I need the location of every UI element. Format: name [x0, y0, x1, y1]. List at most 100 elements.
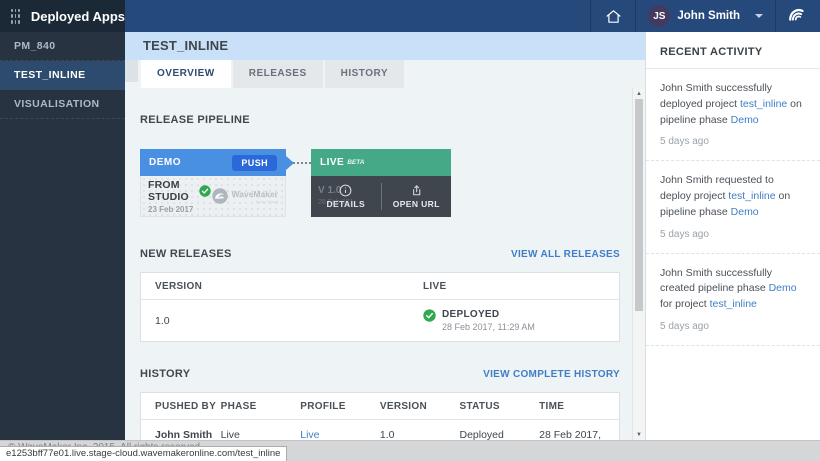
- tab-bar-notch: [125, 60, 138, 82]
- scroll-up-arrow-icon[interactable]: ▲: [633, 88, 645, 99]
- wavemaker-logo-button[interactable]: [776, 0, 820, 32]
- tab-history[interactable]: HISTORY: [325, 60, 404, 88]
- activity-project-link[interactable]: test_inline: [728, 190, 775, 202]
- demo-phase-body: FROM STUDIO 23 Feb 2017 WaveMaker: [140, 176, 286, 217]
- wavemaker-watermark-tagline: Demo Cloud: [232, 199, 278, 204]
- sidebar-item-pm840[interactable]: PM_840: [0, 32, 125, 61]
- column-phase: PHASE: [221, 401, 301, 412]
- column-status: STATUS: [460, 401, 540, 412]
- activity-phase-link[interactable]: Demo: [731, 114, 759, 126]
- history-table: PUSHED BY PHASE PROFILE VERSION STATUS T…: [140, 392, 620, 440]
- tab-releases[interactable]: RELEASES: [233, 60, 323, 88]
- scroll-down-arrow-icon[interactable]: ▼: [633, 429, 645, 440]
- column-version: VERSION: [380, 401, 460, 412]
- beta-badge: BETA: [347, 159, 364, 166]
- wavemaker-watermark-icon: [211, 187, 229, 205]
- live-phase-name: LIVE: [320, 157, 344, 168]
- home-icon: [605, 8, 622, 25]
- activity-phase-link[interactable]: Demo: [731, 206, 759, 218]
- success-check-icon: [199, 185, 211, 197]
- live-phase-header: LIVE BETA: [311, 149, 451, 176]
- browser-status-url: e1253bff77e01.live.stage-cloud.wavemaker…: [0, 446, 287, 461]
- history-title: HISTORY: [140, 368, 190, 380]
- new-releases-section: NEW RELEASES VIEW ALL RELEASES VERSION L…: [140, 248, 620, 342]
- history-table-header: PUSHED BY PHASE PROFILE VERSION STATUS T…: [141, 393, 619, 420]
- tab-overview[interactable]: OVERVIEW: [141, 60, 231, 88]
- details-label: DETAILS: [326, 199, 365, 209]
- page-title: TEST_INLINE: [125, 32, 645, 60]
- demo-deploy-date: 23 Feb 2017: [148, 205, 211, 214]
- deployed-status: DEPLOYED: [442, 309, 535, 320]
- table-row[interactable]: John Smith Live Live 1.0 Deployed 28 Feb…: [141, 420, 619, 440]
- history-phase: Live: [221, 429, 301, 441]
- user-menu[interactable]: JS John Smith: [636, 0, 775, 32]
- history-pushed-by: John Smith: [141, 429, 221, 441]
- column-live: LIVE: [423, 281, 619, 292]
- deployed-time: 28 Feb 2017, 11:29 AM: [442, 322, 535, 332]
- deployed-check-icon: [423, 309, 436, 322]
- details-button[interactable]: DETAILS: [311, 176, 381, 217]
- wavemaker-wave-icon: [787, 5, 809, 27]
- history-time: 28 Feb 2017,: [539, 429, 619, 441]
- info-icon: [339, 184, 352, 197]
- sidebar: PM_840 TEST_INLINE VISUALISATION: [0, 32, 125, 440]
- top-bar: Deployed Apps JS John Smith: [0, 0, 820, 32]
- tab-bar: OVERVIEW RELEASES HISTORY: [125, 60, 645, 88]
- column-time: TIME: [539, 401, 619, 412]
- apps-grid-icon[interactable]: [11, 9, 20, 24]
- topbar-actions: JS John Smith: [125, 0, 820, 32]
- activity-project-link[interactable]: test_inline: [710, 298, 757, 310]
- topbar-brand-section: Deployed Apps: [0, 0, 125, 32]
- chevron-down-icon: [755, 14, 763, 18]
- demo-phase-name: DEMO: [149, 157, 181, 168]
- activity-text: for project: [660, 298, 710, 310]
- activity-timestamp: 5 days ago: [660, 134, 806, 149]
- activity-timestamp: 5 days ago: [660, 227, 806, 242]
- activity-item: John Smith successfully deployed project…: [646, 69, 820, 161]
- vertical-scrollbar[interactable]: ▲ ▼: [632, 88, 645, 440]
- home-button[interactable]: [591, 0, 635, 32]
- user-avatar: JS: [648, 5, 670, 27]
- live-phase-card: LIVE BETA V 1.0 28 Feb 2017 DETAILS: [311, 149, 451, 217]
- from-studio-label: FROM STUDIO: [148, 179, 195, 203]
- recent-activity-panel: RECENT ACTIVITY John Smith successfully …: [645, 32, 820, 440]
- history-profile-link[interactable]: Live: [300, 429, 380, 441]
- activity-timestamp: 5 days ago: [660, 319, 806, 334]
- activity-text: John Smith successfully created pipeline…: [660, 267, 772, 295]
- activity-item: John Smith requested to deploy project t…: [646, 161, 820, 253]
- sidebar-item-visualisation[interactable]: VISUALISATION: [0, 90, 125, 119]
- overview-content: RELEASE PIPELINE DEMO PUSH FROM STUDIO: [125, 88, 632, 440]
- view-complete-history-link[interactable]: VIEW COMPLETE HISTORY: [483, 369, 620, 380]
- wavemaker-watermark: WaveMaker Demo Cloud: [211, 187, 278, 205]
- activity-item: John Smith successfully created pipeline…: [646, 254, 820, 346]
- open-url-icon: [410, 184, 423, 197]
- push-button[interactable]: PUSH: [232, 155, 277, 171]
- wavemaker-watermark-name: WaveMaker: [232, 189, 278, 199]
- demo-deploy-info: FROM STUDIO 23 Feb 2017: [148, 179, 211, 214]
- activity-project-link[interactable]: test_inline: [740, 98, 787, 110]
- release-pipeline-title: RELEASE PIPELINE: [140, 114, 620, 126]
- scrollbar-thumb[interactable]: [635, 99, 643, 311]
- release-live-cell: DEPLOYED 28 Feb 2017, 11:29 AM: [423, 302, 619, 339]
- main-panel: TEST_INLINE OVERVIEW RELEASES HISTORY RE…: [125, 32, 645, 440]
- live-phase-body: V 1.0 28 Feb 2017 DETAILS O: [311, 176, 451, 217]
- recent-activity-title: RECENT ACTIVITY: [646, 32, 820, 69]
- new-releases-table: VERSION LIVE 1.0 DEPLOYED 28 Feb 2017, 1…: [140, 272, 620, 342]
- activity-phase-link[interactable]: Demo: [769, 282, 797, 294]
- new-releases-table-header: VERSION LIVE: [141, 273, 619, 300]
- column-pushed-by: PUSHED BY: [141, 401, 221, 412]
- open-url-button[interactable]: OPEN URL: [382, 176, 452, 217]
- history-status: Deployed: [460, 429, 540, 441]
- open-url-label: OPEN URL: [393, 199, 440, 209]
- demo-phase-header: DEMO PUSH: [140, 149, 286, 176]
- view-all-releases-link[interactable]: VIEW ALL RELEASES: [511, 249, 620, 260]
- column-version: VERSION: [141, 281, 423, 292]
- table-row[interactable]: 1.0 DEPLOYED 28 Feb 2017, 11:29 AM: [141, 300, 619, 341]
- release-pipeline: DEMO PUSH FROM STUDIO 23 Feb 2017: [140, 149, 620, 217]
- new-releases-title: NEW RELEASES: [140, 248, 232, 260]
- app-title: Deployed Apps: [31, 9, 125, 24]
- sidebar-item-test-inline[interactable]: TEST_INLINE: [0, 61, 125, 90]
- history-version: 1.0: [380, 429, 460, 441]
- history-section: HISTORY VIEW COMPLETE HISTORY PUSHED BY …: [140, 368, 620, 440]
- release-version-cell: 1.0: [141, 315, 423, 327]
